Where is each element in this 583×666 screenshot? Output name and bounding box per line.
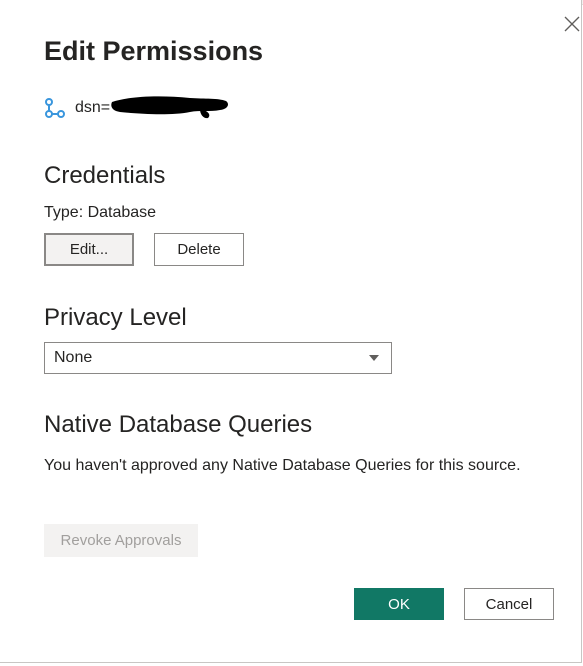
cancel-button[interactable]: Cancel [464,588,554,620]
revoke-approvals-button: Revoke Approvals [44,524,198,557]
native-queries-heading: Native Database Queries [44,411,313,438]
privacy-level-dropdown[interactable]: None [44,342,392,374]
credentials-heading: Credentials [44,162,166,189]
edit-credentials-button[interactable]: Edit... [44,233,134,266]
close-icon [564,16,580,32]
edit-permissions-dialog: Edit Permissions dsn= Credentials Type: … [0,0,582,663]
data-source-label: dsn= [75,99,111,116]
privacy-level-selected-value: None [54,349,93,366]
close-button[interactable] [562,14,582,34]
dialog-title: Edit Permissions [44,36,264,66]
privacy-level-heading: Privacy Level [44,304,187,331]
ok-button[interactable]: OK [354,588,444,620]
redaction-mark [110,92,230,120]
native-queries-description: You haven't approved any Native Database… [44,457,521,474]
credential-type-label: Type: Database [44,204,157,221]
data-source-connector-icon [44,97,66,119]
data-source-row: dsn= [44,96,110,120]
delete-credentials-button[interactable]: Delete [154,233,244,266]
chevron-down-icon [369,355,379,361]
